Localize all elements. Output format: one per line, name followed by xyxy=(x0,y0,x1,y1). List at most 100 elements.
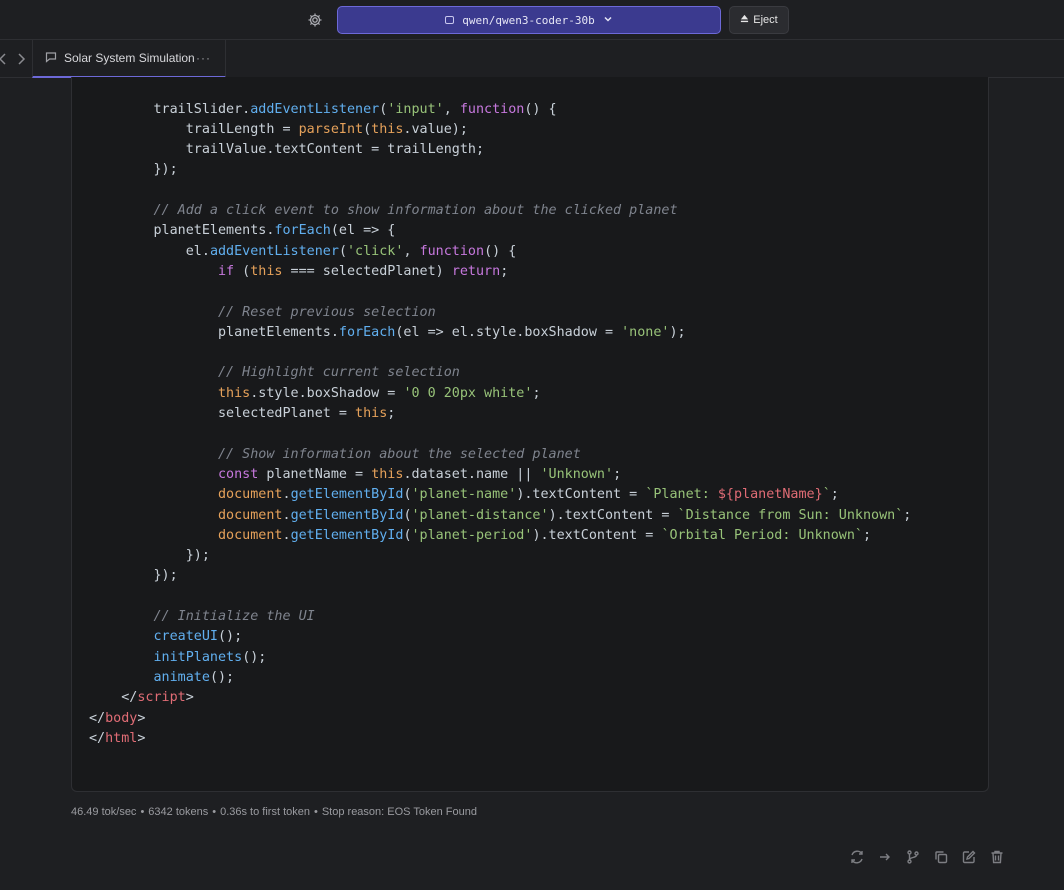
token-count: 6342 tokens xyxy=(148,806,209,818)
code-line: selectedPlanet = this; xyxy=(89,404,911,424)
code-token: ).textContent = xyxy=(532,527,662,543)
continue-icon[interactable] xyxy=(877,849,895,867)
gear-icon[interactable] xyxy=(305,10,325,30)
code-token: ; xyxy=(532,385,541,401)
code-token: . xyxy=(282,487,291,503)
delete-icon[interactable] xyxy=(989,849,1007,867)
chevron-down-icon xyxy=(603,14,613,27)
code-token: ( xyxy=(363,121,372,137)
eject-button[interactable]: Eject xyxy=(729,6,789,34)
code-token: document xyxy=(218,527,283,543)
code-token: createUI xyxy=(153,629,219,645)
chevron-left-icon[interactable] xyxy=(0,51,10,67)
code-token: const xyxy=(218,466,259,482)
code-token: ); xyxy=(669,324,686,340)
code-token: ( xyxy=(338,243,347,259)
code-line: // Initialize the UI xyxy=(89,607,911,627)
tab-more-button[interactable]: ··· xyxy=(196,51,211,65)
code-token: ` xyxy=(822,487,831,503)
code-token: () { xyxy=(484,243,517,259)
code-token: trailValue.textContent = trailLength; xyxy=(89,142,485,158)
tab-chat[interactable]: Solar System Simulation ··· xyxy=(32,40,226,78)
separator: • xyxy=(313,806,318,818)
chat-bubble-icon xyxy=(45,51,57,66)
code-token: addEventListener xyxy=(250,101,380,117)
separator: • xyxy=(212,806,217,818)
code-line: animate(); xyxy=(89,668,911,688)
code-token: }); xyxy=(89,548,210,564)
code-token: ( xyxy=(403,507,412,523)
code-line: // Reset previous selection xyxy=(89,303,911,323)
code-token: 'input' xyxy=(387,101,444,117)
code-token: document xyxy=(218,487,283,503)
code-line: document.getElementById('planet-period')… xyxy=(89,526,911,546)
code-token: ( xyxy=(403,527,412,543)
code-token: html xyxy=(105,730,138,746)
code-line: planetElements.forEach(el => el.style.bo… xyxy=(89,323,911,343)
code-token: ).textContent = xyxy=(516,487,646,503)
edit-icon[interactable] xyxy=(961,849,979,867)
code-line: trailSlider.addEventListener('input', fu… xyxy=(89,100,911,120)
code-token: body xyxy=(105,710,138,726)
code-token: (); xyxy=(218,629,243,645)
code-token: > xyxy=(137,710,146,726)
code-line: trailValue.textContent = trailLength; xyxy=(89,140,911,160)
copy-icon[interactable] xyxy=(933,849,951,867)
code-token: ( xyxy=(234,263,251,279)
code-token: if xyxy=(218,263,235,279)
code-token: // Highlight current selection xyxy=(89,365,460,381)
code-content: }); trailSlider.addEventListener('input'… xyxy=(89,77,911,749)
regenerate-icon[interactable] xyxy=(849,849,867,867)
code-token: ; xyxy=(830,487,839,503)
code-line: </html> xyxy=(89,729,911,749)
code-line: document.getElementById('planet-distance… xyxy=(89,506,911,526)
code-token: `Orbital Period: Unknown` xyxy=(661,527,863,543)
code-line: }); xyxy=(89,160,911,180)
code-token: document xyxy=(218,507,283,523)
branch-icon[interactable] xyxy=(905,849,923,867)
code-token: ; xyxy=(500,263,509,279)
code-line: createUI(); xyxy=(89,627,911,647)
code-token: (el => { xyxy=(330,223,396,239)
code-token: .style.boxShadow = xyxy=(250,385,404,401)
code-line: }); xyxy=(89,546,911,566)
model-selector[interactable]: qwen/qwen3-coder-30b xyxy=(337,6,721,34)
code-line: document.getElementById('planet-name').t… xyxy=(89,485,911,505)
code-token: ; xyxy=(862,527,872,543)
code-token: forEach xyxy=(338,324,396,340)
code-line: const planetName = this.dataset.name || … xyxy=(89,465,911,485)
code-token: `Distance from Sun: Unknown` xyxy=(677,507,904,523)
code-token: }); xyxy=(89,162,178,178)
chip-icon xyxy=(445,16,455,24)
code-token: 'planet-period' xyxy=(411,527,533,543)
code-token: // Reset previous selection xyxy=(89,304,436,320)
code-token: script xyxy=(137,690,186,706)
code-line: </body> xyxy=(89,709,911,729)
code-token: planetElements. xyxy=(89,223,275,239)
chevron-right-icon[interactable] xyxy=(14,51,28,67)
code-line: // Show information about the selected p… xyxy=(89,445,911,465)
code-line: planetElements.forEach(el => { xyxy=(89,221,911,241)
code-token: addEventListener xyxy=(209,243,339,259)
code-token: </ xyxy=(89,690,138,706)
stop-reason: Stop reason: EOS Token Found xyxy=(321,806,477,818)
code-token: .dataset.name || xyxy=(403,466,541,482)
code-token: parseInt xyxy=(298,121,364,137)
code-line: }); xyxy=(89,566,911,586)
top-bar: qwen/qwen3-coder-30b Eject xyxy=(0,0,1064,40)
tab-bar: Solar System Simulation ··· xyxy=(0,40,1064,78)
code-token: ; xyxy=(387,406,396,422)
code-token: // Show information about the selected p… xyxy=(89,446,581,462)
code-line: this.style.boxShadow = '0 0 20px white'; xyxy=(89,384,911,404)
code-token: getElementById xyxy=(290,507,404,523)
code-token: planetElements. xyxy=(89,324,339,340)
code-line: </script> xyxy=(89,688,911,708)
